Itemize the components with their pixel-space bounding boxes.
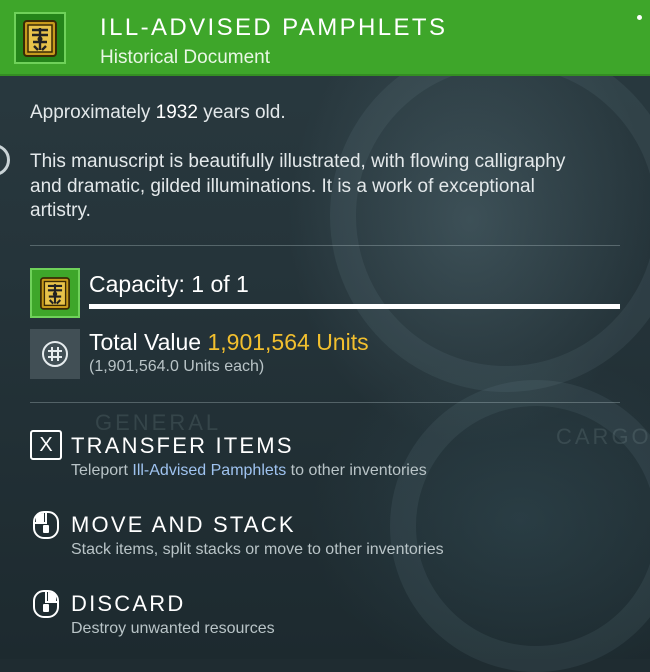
transfer-items-description: Teleport Ill-Advised Pamphlets to other … — [71, 462, 427, 480]
mouse-right-click-icon[interactable] — [30, 589, 62, 619]
capacity-bar-fill — [89, 304, 620, 309]
transfer-items-button[interactable]: TRANSFER ITEMS — [71, 433, 294, 459]
x-key-icon[interactable]: X — [30, 430, 62, 460]
units-currency-icon — [42, 341, 68, 367]
background-label-cargo: CARGO — [556, 424, 650, 449]
transfer-desc-item: Ill-Advised Pamphlets — [132, 462, 287, 479]
mouse-left-click-icon[interactable] — [30, 510, 62, 540]
item-header: ILL-ADVISED PAMPHLETS Historical Documen… — [0, 0, 650, 76]
item-age: Approximately 1932 years old. — [30, 102, 286, 124]
item-category: Historical Document — [100, 47, 270, 68]
age-prefix: Approximately — [30, 102, 151, 123]
value-icon-box — [30, 329, 80, 379]
transfer-desc-after: to other inventories — [286, 462, 427, 479]
divider — [30, 245, 620, 246]
golden-book-icon — [40, 277, 70, 310]
item-icon — [14, 12, 66, 64]
move-and-stack-description: Stack items, split stacks or move to oth… — [71, 541, 444, 558]
item-description: This manuscript is beautifully illustrat… — [30, 151, 566, 221]
golden-book-icon — [23, 20, 57, 57]
age-years: 1932 — [155, 102, 198, 123]
capacity-label: Capacity: 1 of 1 — [89, 271, 249, 297]
item-title: ILL-ADVISED PAMPHLETS — [100, 14, 448, 41]
corner-dot-icon — [637, 15, 642, 20]
move-and-stack-button[interactable]: MOVE AND STACK — [71, 512, 296, 538]
transfer-desc-before: Teleport — [71, 462, 133, 479]
age-suffix: years old. — [203, 102, 286, 123]
capacity-bar — [89, 304, 620, 309]
discard-description: Destroy unwanted resources — [71, 620, 275, 637]
discard-button[interactable]: DISCARD — [71, 591, 185, 617]
total-value-label: Total Value — [89, 329, 202, 355]
total-value-amount: 1,901,564 Units — [207, 329, 369, 355]
value-each: (1,901,564.0 Units each) — [89, 358, 265, 375]
divider — [30, 402, 620, 403]
capacity-item-icon — [30, 268, 80, 318]
total-value: Total Value 1,901,564 Units — [89, 329, 369, 356]
